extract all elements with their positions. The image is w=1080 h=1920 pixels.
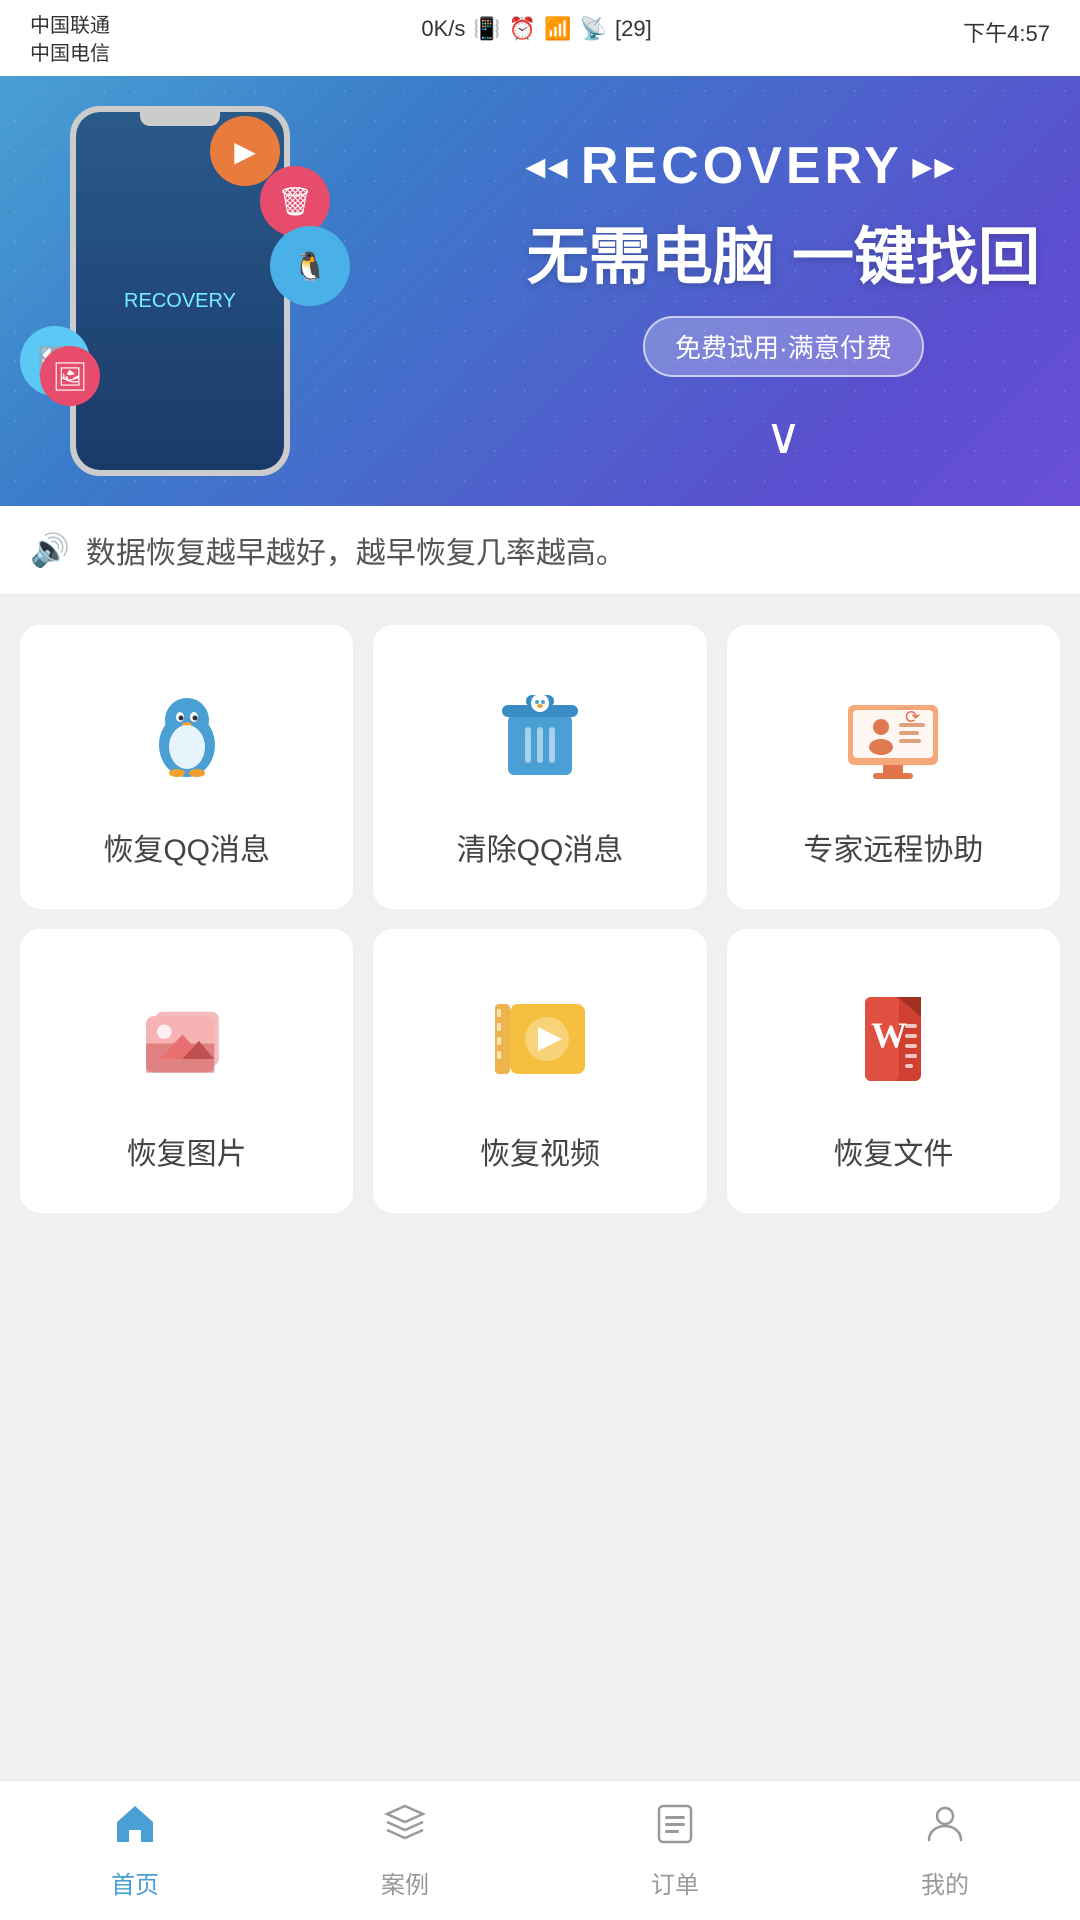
notice-text: 数据恢复越早越好，越早恢复几率越高。 <box>86 528 626 572</box>
float-icon-play: ▶ <box>210 116 280 186</box>
sub-slogan: 免费试用·满意付费 <box>643 316 924 377</box>
nav-cases[interactable]: 案例 <box>270 1802 540 1900</box>
bottom-nav: 首页 案例 订单 <box>0 1780 1080 1920</box>
banner-text[interactable]: ◂◂ RECOVERY ▸▸ 无需电脑 一键找回 免费试用·满意付费 ∨ <box>527 136 1040 465</box>
nav-home[interactable]: 首页 <box>0 1802 270 1900</box>
carrier1: 中国联通 <box>30 12 110 40</box>
grid-item-file[interactable]: W 恢复文件 <box>727 929 1060 1213</box>
nav-orders-label: 订单 <box>651 1865 699 1900</box>
expert-icon: ⟳ <box>833 675 953 795</box>
nav-cases-label: 案例 <box>381 1865 429 1900</box>
float-icon-photo: 🖼 <box>40 346 100 406</box>
svg-text:⟳: ⟳ <box>905 707 920 727</box>
speed-indicator: 0K/s <box>421 16 465 42</box>
video-icon <box>480 979 600 1099</box>
carrier-info: 中国联通 中国电信 <box>30 12 110 68</box>
photo-label: 恢复图片 <box>127 1129 247 1173</box>
nav-home-label: 首页 <box>111 1865 159 1900</box>
grid-item-qq-clear[interactable]: 清除QQ消息 <box>373 625 706 909</box>
nav-mine[interactable]: 我的 <box>810 1802 1080 1900</box>
file-icon: W <box>833 979 953 1099</box>
feature-grid: 恢复QQ消息 <box>20 625 1060 1213</box>
clock: 下午4:57 <box>963 12 1050 48</box>
mine-icon <box>923 1802 967 1857</box>
qq-clear-icon <box>480 675 600 795</box>
float-icon-trash: 🗑 <box>260 166 330 236</box>
alarm-icon: ⏰ <box>509 16 536 42</box>
battery-icon: [29] <box>615 16 652 42</box>
svg-text:W: W <box>871 1015 907 1055</box>
file-label: 恢复文件 <box>833 1129 953 1173</box>
photo-icon <box>127 979 247 1099</box>
cases-icon <box>383 1802 427 1857</box>
vibrate-icon: 📳 <box>473 16 500 42</box>
signal-icon: 📡 <box>580 16 607 42</box>
banner: RECOVERY 🗑 ▶ 🐧 🔄 🖼 ◂◂ RECOVERY ▸▸ 无需电脑 一… <box>0 76 1080 506</box>
speaker-icon: 🔊 <box>30 531 70 569</box>
phone-mockup: RECOVERY 🗑 ▶ 🐧 🔄 🖼 <box>50 106 310 486</box>
chevron-down: ∨ <box>527 407 1040 465</box>
carrier2: 中国电信 <box>30 40 110 68</box>
main-slogan: 无需电脑 一键找回 <box>527 206 1040 296</box>
qq-recover-label: 恢复QQ消息 <box>103 825 270 869</box>
grid-item-expert[interactable]: ⟳ 专家远程协助 <box>727 625 1060 909</box>
nav-mine-label: 我的 <box>921 1865 969 1900</box>
status-bar: 中国联通 中国电信 0K/s 📳 ⏰ 📶 📡 [29] 下午4:57 <box>0 0 1080 76</box>
video-label: 恢复视频 <box>480 1129 600 1173</box>
expert-label: 专家远程协助 <box>803 825 983 869</box>
feature-grid-container: 恢复QQ消息 <box>0 595 1080 1243</box>
notice-bar: 🔊 数据恢复越早越好，越早恢复几率越高。 <box>0 506 1080 595</box>
nav-orders[interactable]: 订单 <box>540 1802 810 1900</box>
orders-icon <box>653 1802 697 1857</box>
grid-item-photo[interactable]: 恢复图片 <box>20 929 353 1213</box>
qq-clear-label: 清除QQ消息 <box>457 825 624 869</box>
recovery-title: ◂◂ RECOVERY ▸▸ <box>527 136 1040 196</box>
status-center: 0K/s 📳 ⏰ 📶 📡 [29] <box>421 12 651 42</box>
qq-recover-icon <box>127 675 247 795</box>
home-icon <box>113 1802 157 1857</box>
grid-item-qq-recover[interactable]: 恢复QQ消息 <box>20 625 353 909</box>
wifi-icon: 📶 <box>544 16 571 42</box>
float-icon-qq: 🐧 <box>270 226 350 306</box>
grid-item-video[interactable]: 恢复视频 <box>373 929 706 1213</box>
